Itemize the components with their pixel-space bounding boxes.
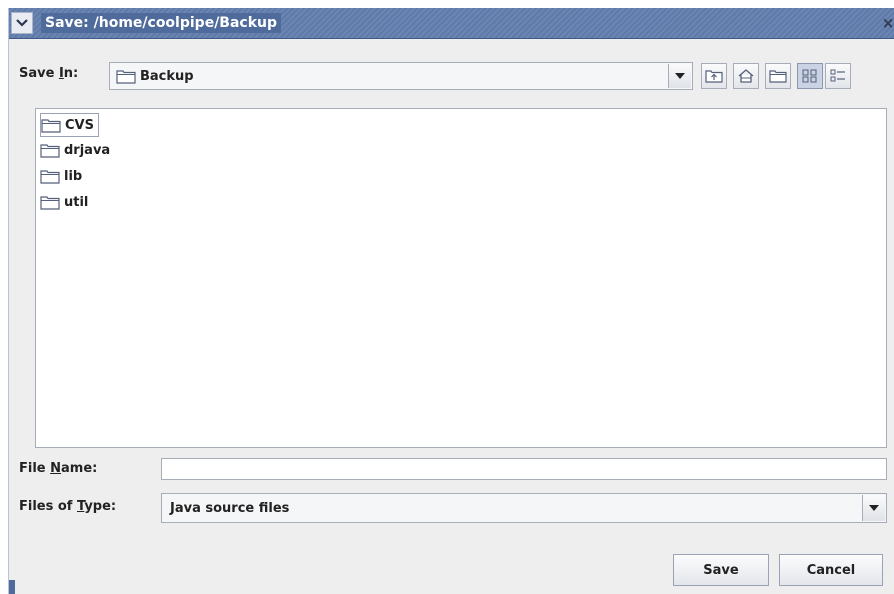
save-in-combo[interactable]: Backup: [109, 62, 693, 90]
folder-icon: [40, 144, 60, 158]
list-item[interactable]: lib: [40, 165, 82, 187]
home-button[interactable]: [733, 63, 759, 89]
save-in-value: Backup: [140, 68, 194, 84]
file-type-value: Java source files: [170, 500, 290, 516]
list-item[interactable]: drjava: [40, 139, 110, 161]
caret-down-icon: [675, 73, 685, 79]
file-list[interactable]: CVS drjava lib util: [35, 108, 887, 448]
title-bar[interactable]: Save: /home/coolpipe/Backup ×: [9, 8, 894, 39]
file-name-text: lib: [64, 168, 83, 184]
save-button[interactable]: Save: [673, 554, 769, 586]
file-type-combo[interactable]: Java source files: [161, 493, 887, 523]
close-icon[interactable]: ×: [881, 14, 894, 32]
file-name-text: drjava: [64, 142, 111, 158]
list-view-button[interactable]: [797, 63, 823, 89]
up-one-level-button[interactable]: [701, 63, 727, 89]
window-title: Save: /home/coolpipe/Backup: [41, 13, 282, 33]
new-folder-button[interactable]: [765, 63, 791, 89]
folder-icon: [40, 196, 60, 210]
folder-icon: [41, 119, 61, 133]
folder-up-icon: [705, 70, 723, 83]
details-view-button[interactable]: [825, 63, 851, 89]
folder-icon: [116, 70, 136, 84]
caret-down-icon: [869, 505, 879, 511]
file-name-text: util: [64, 194, 89, 210]
file-type-dropdown-button[interactable]: [862, 495, 885, 521]
file-type-label: Files of Type:: [19, 499, 117, 514]
chevron-down-icon: [16, 19, 28, 27]
list-item[interactable]: CVS: [40, 113, 99, 137]
save-in-dropdown-button[interactable]: [668, 64, 691, 88]
home-icon: [738, 69, 754, 83]
file-name-label: File Name:: [19, 461, 98, 476]
save-dialog: Save: /home/coolpipe/Backup × Save In: B…: [8, 8, 894, 594]
cancel-button[interactable]: Cancel: [779, 554, 883, 586]
new-folder-icon: [769, 70, 787, 83]
folder-icon: [40, 170, 60, 184]
save-in-label: Save In:: [19, 66, 79, 81]
window-menu-button[interactable]: [11, 12, 33, 34]
file-name-input[interactable]: [161, 458, 887, 480]
details-view-icon: [830, 69, 845, 82]
list-item[interactable]: util: [40, 191, 88, 213]
file-name-text: CVS: [65, 117, 94, 133]
window-edge-accent: [9, 580, 15, 594]
list-view-icon: [802, 69, 817, 83]
